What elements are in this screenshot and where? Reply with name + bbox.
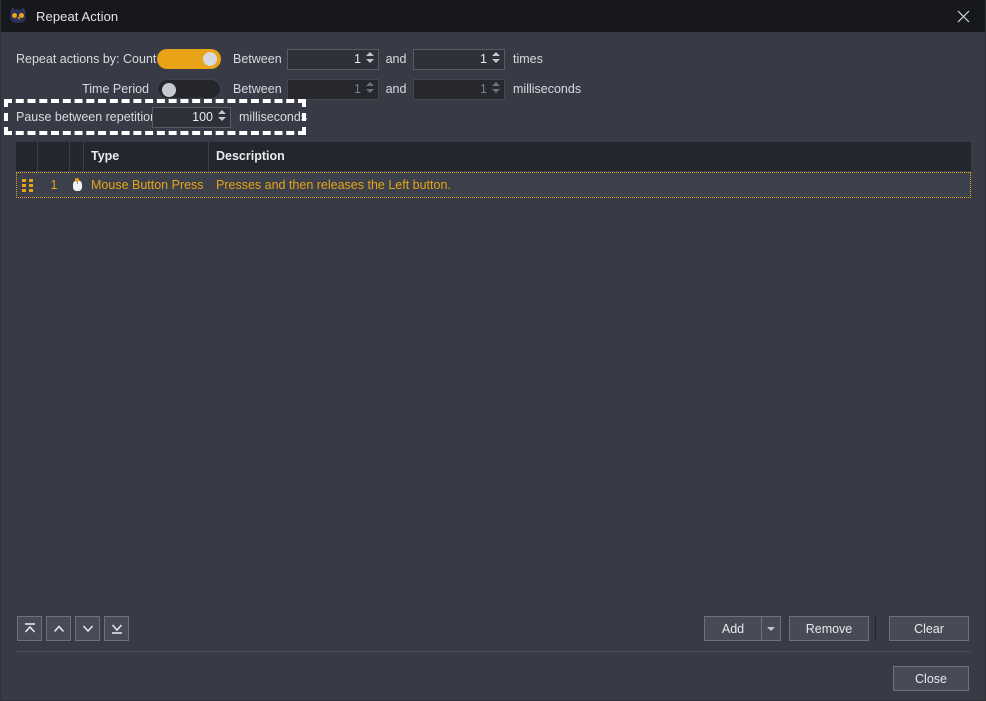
count-row: Repeat actions by: Count Between 1 and 1…: [1, 47, 543, 71]
actions-table: Type Description 1 Mouse Button Press Pr…: [16, 142, 971, 204]
move-to-top-icon: [24, 623, 35, 633]
row-number: 1: [50, 178, 58, 192]
repeat-action-dialog: Repeat Action Repeat actions by: Count B…: [0, 0, 986, 701]
table-row[interactable]: 1 Mouse Button Press Presses and then re…: [16, 172, 971, 198]
clear-button[interactable]: Clear: [889, 616, 969, 641]
owl-app-icon: [9, 7, 27, 25]
column-header-handle: [16, 142, 38, 171]
title-bar: Repeat Action: [1, 0, 985, 32]
button-separator: [875, 616, 876, 641]
count-min-spinner[interactable]: [365, 51, 374, 67]
table-header-row: Type Description: [16, 142, 971, 172]
count-unit-label: times: [513, 52, 543, 66]
count-between-label: Between: [233, 52, 282, 66]
count-and-label: and: [385, 52, 407, 66]
time-between-label: Between: [233, 82, 282, 96]
column-header-type[interactable]: Type: [84, 142, 209, 171]
time-period-row: Time Period Between 1 and 1 milliseconds: [1, 77, 581, 101]
count-min-input[interactable]: 1: [287, 48, 379, 70]
time-max-spinner: [491, 81, 500, 97]
row-type: Mouse Button Press: [91, 178, 204, 192]
order-button-group: [17, 616, 129, 641]
move-to-bottom-button[interactable]: [104, 616, 129, 641]
time-and-label: and: [385, 82, 407, 96]
move-down-button[interactable]: [75, 616, 100, 641]
move-up-button[interactable]: [46, 616, 71, 641]
move-to-bottom-icon: [111, 624, 122, 634]
time-unit-label: milliseconds: [513, 82, 582, 96]
chevron-down-icon: [82, 625, 93, 633]
footer-divider: [17, 651, 971, 652]
pause-spinner[interactable]: [217, 109, 226, 125]
action-button-group: Add Remove Clear: [704, 616, 969, 641]
remove-button[interactable]: Remove: [789, 616, 869, 641]
drag-handle-icon[interactable]: [17, 173, 38, 197]
count-toggle[interactable]: [157, 49, 221, 69]
time-min-input: 1: [287, 78, 379, 100]
chevron-down-icon: [767, 626, 775, 631]
add-button[interactable]: Add: [704, 616, 761, 641]
pause-row: Pause between repetitions 100 millisecon…: [1, 105, 307, 129]
time-min-spinner: [365, 81, 374, 97]
time-max-input: 1: [413, 78, 505, 100]
options-panel: Repeat actions by: Count Between 1 and 1…: [1, 32, 985, 134]
close-icon[interactable]: [940, 0, 985, 32]
column-header-description[interactable]: Description: [209, 142, 971, 171]
row-description: Presses and then releases the Left butto…: [216, 178, 451, 192]
column-header-icon: [70, 142, 84, 171]
column-header-number: [38, 142, 70, 171]
pause-input[interactable]: 100: [152, 106, 231, 128]
time-period-label: Time Period: [82, 82, 149, 96]
window-title: Repeat Action: [36, 8, 119, 24]
move-to-top-button[interactable]: [17, 616, 42, 641]
mouse-icon: [70, 173, 84, 197]
time-period-toggle[interactable]: [157, 79, 221, 99]
pause-unit-label: milliseconds: [239, 110, 308, 124]
pause-label: Pause between repetitions: [16, 110, 164, 124]
count-max-spinner[interactable]: [491, 51, 500, 67]
count-max-input[interactable]: 1: [413, 48, 505, 70]
count-label: Repeat actions by: Count: [16, 52, 157, 66]
add-dropdown-button[interactable]: [761, 616, 781, 641]
close-button[interactable]: Close: [893, 666, 969, 691]
chevron-up-icon: [53, 625, 64, 633]
